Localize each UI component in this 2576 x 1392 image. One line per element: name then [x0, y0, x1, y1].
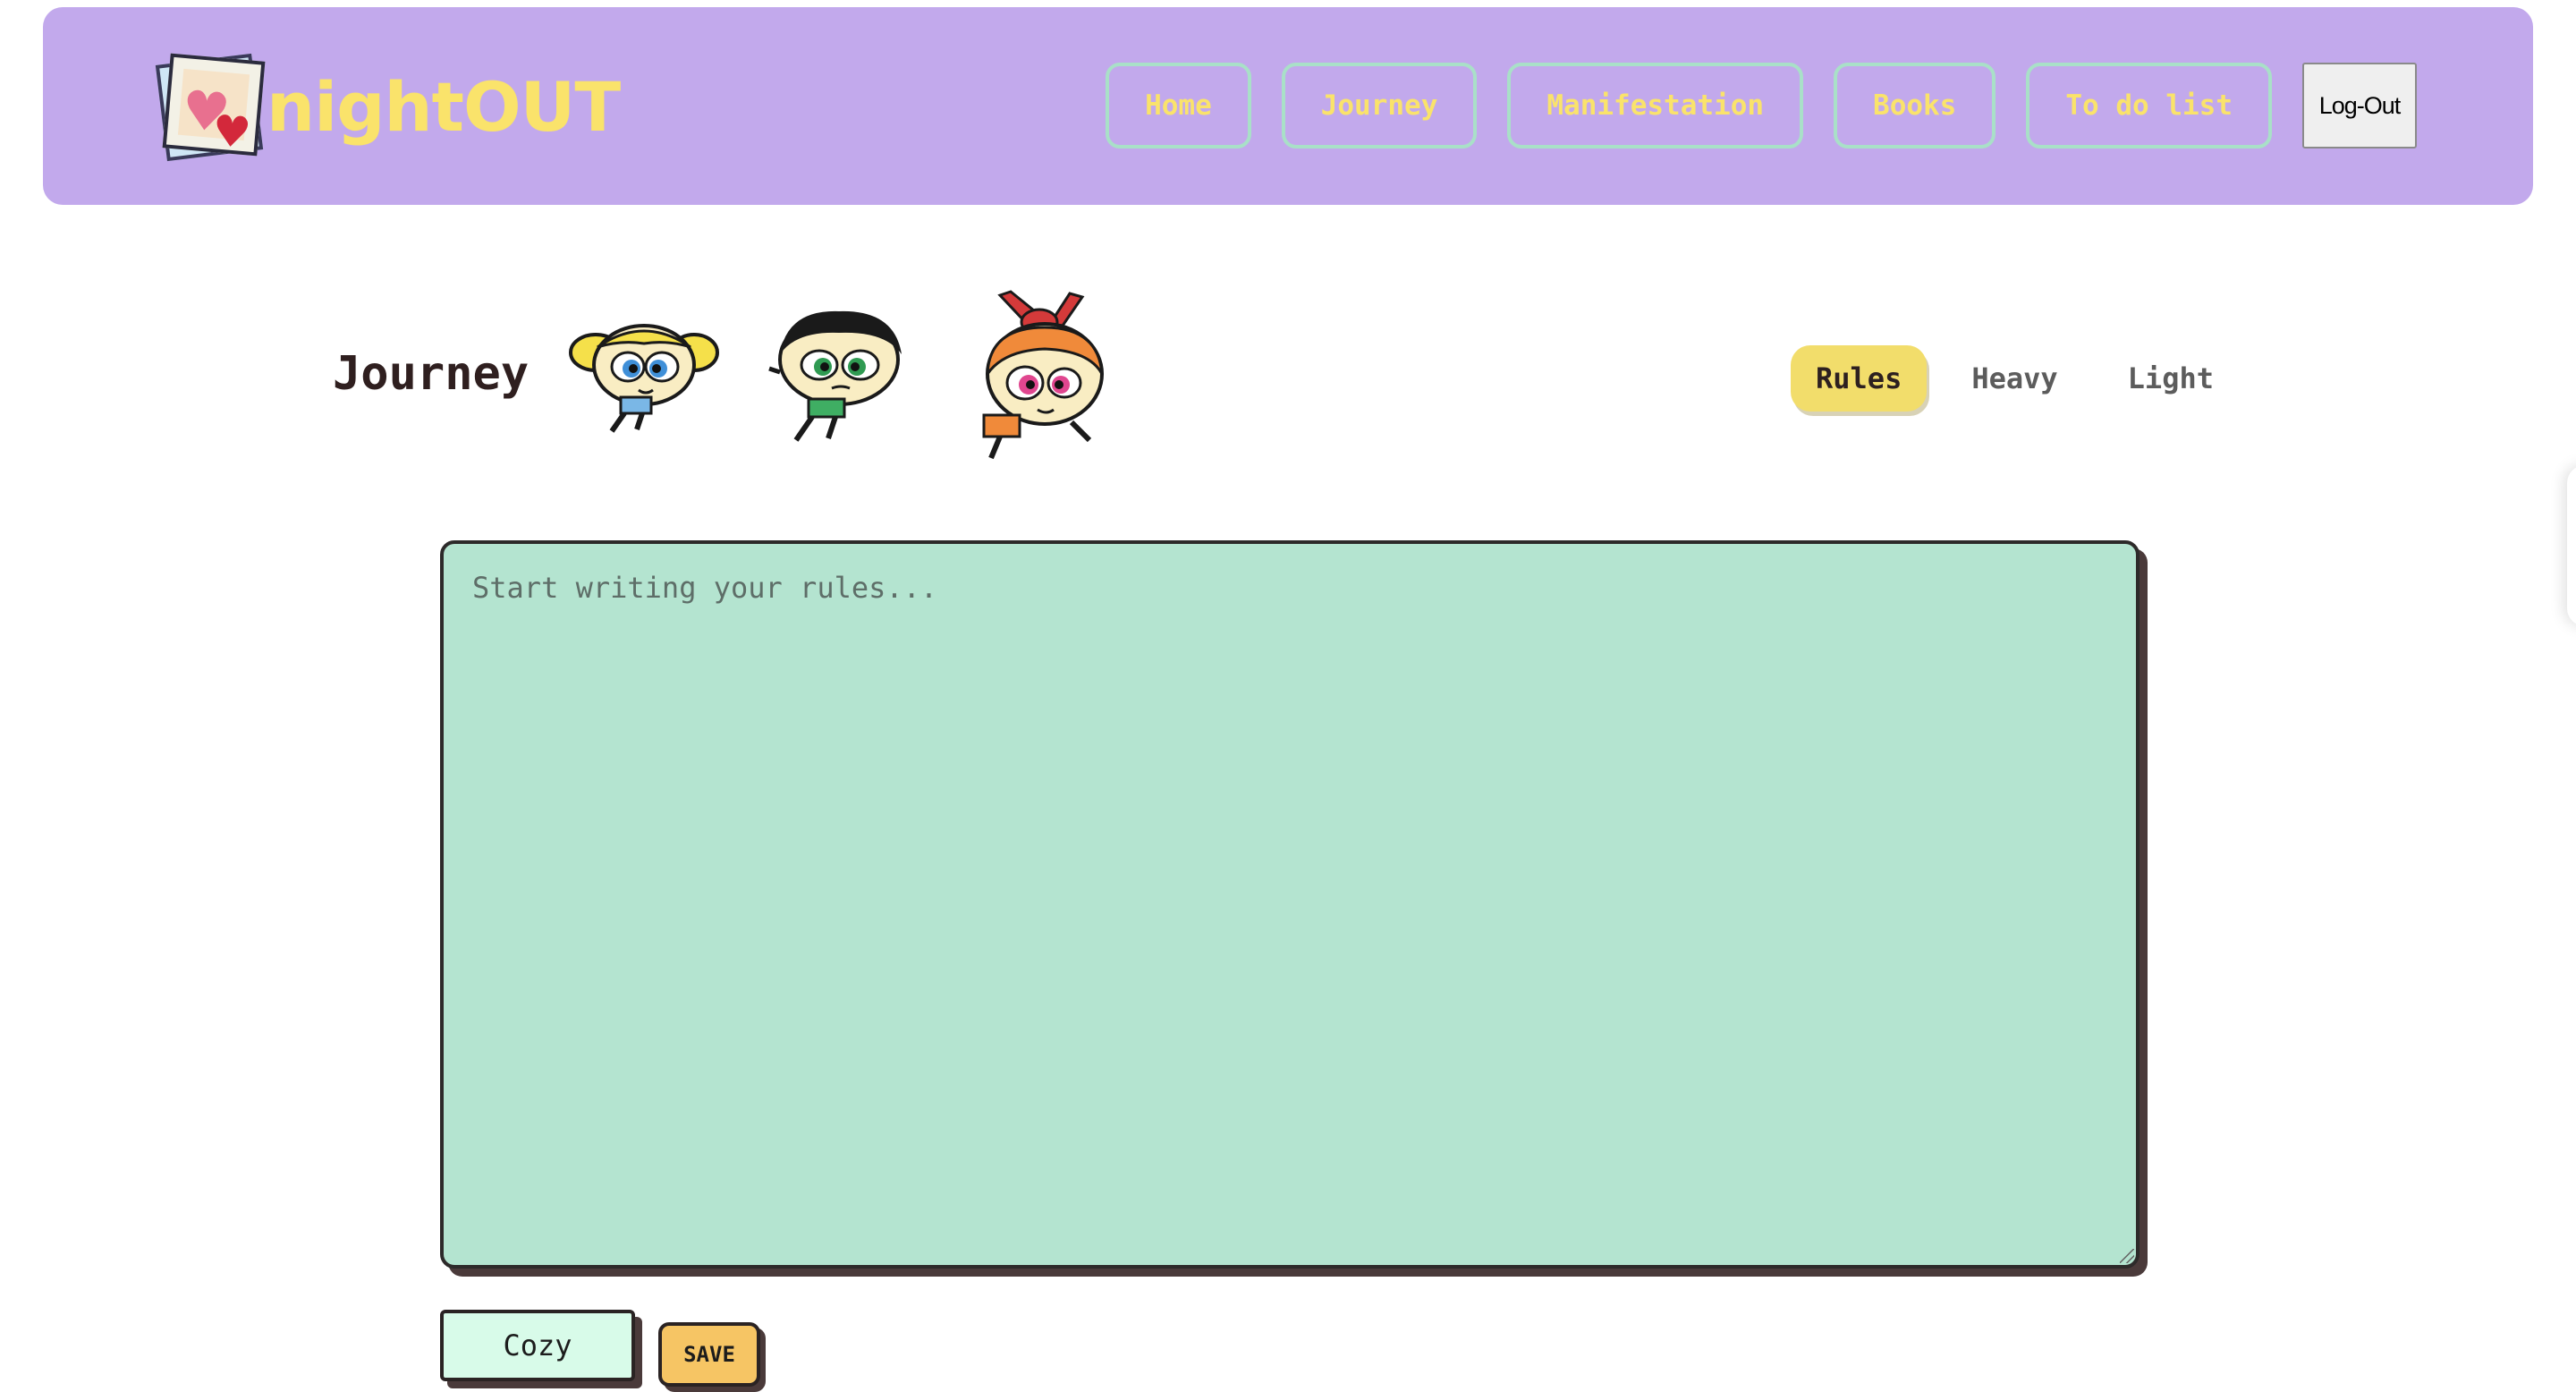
nav-books-button[interactable]: Books	[1834, 63, 1996, 149]
edge-panel-shadow	[2567, 465, 2576, 626]
polaroid-hearts-icon: ♥ ♥	[155, 52, 266, 162]
journey-tabs: Rules Heavy Light	[1791, 345, 2258, 412]
buttercup-pixel-sprite	[760, 306, 918, 446]
bubbles-pixel-sprite	[569, 320, 719, 435]
page-title: Journey	[333, 347, 530, 401]
nav-home-button[interactable]: Home	[1106, 63, 1251, 149]
tab-heavy[interactable]: Heavy	[1946, 345, 2082, 412]
logout-button[interactable]: Log-Out	[2302, 63, 2417, 149]
resize-grip-icon[interactable]	[2120, 1249, 2134, 1263]
rules-textarea[interactable]	[440, 540, 2140, 1269]
blossom-pixel-sprite	[964, 288, 1116, 465]
brand[interactable]: ♥ ♥ nightOUT	[155, 52, 621, 162]
main-nav: Home Journey Manifestation Books To do l…	[1106, 63, 2417, 149]
nav-todo-button[interactable]: To do list	[2026, 63, 2272, 149]
nav-journey-button[interactable]: Journey	[1281, 63, 1478, 149]
mood-cozy-button[interactable]: Cozy	[440, 1310, 635, 1381]
brand-name: nightOUT	[267, 66, 621, 147]
tab-rules[interactable]: Rules	[1791, 345, 1928, 412]
tab-light[interactable]: Light	[2103, 345, 2239, 412]
editor-container	[440, 540, 2140, 1269]
save-button[interactable]: SAVE	[658, 1322, 760, 1387]
top-nav-bar: ♥ ♥ nightOUT Home Journey Manifestation …	[43, 7, 2533, 205]
nav-manifestation-button[interactable]: Manifestation	[1507, 63, 1804, 149]
